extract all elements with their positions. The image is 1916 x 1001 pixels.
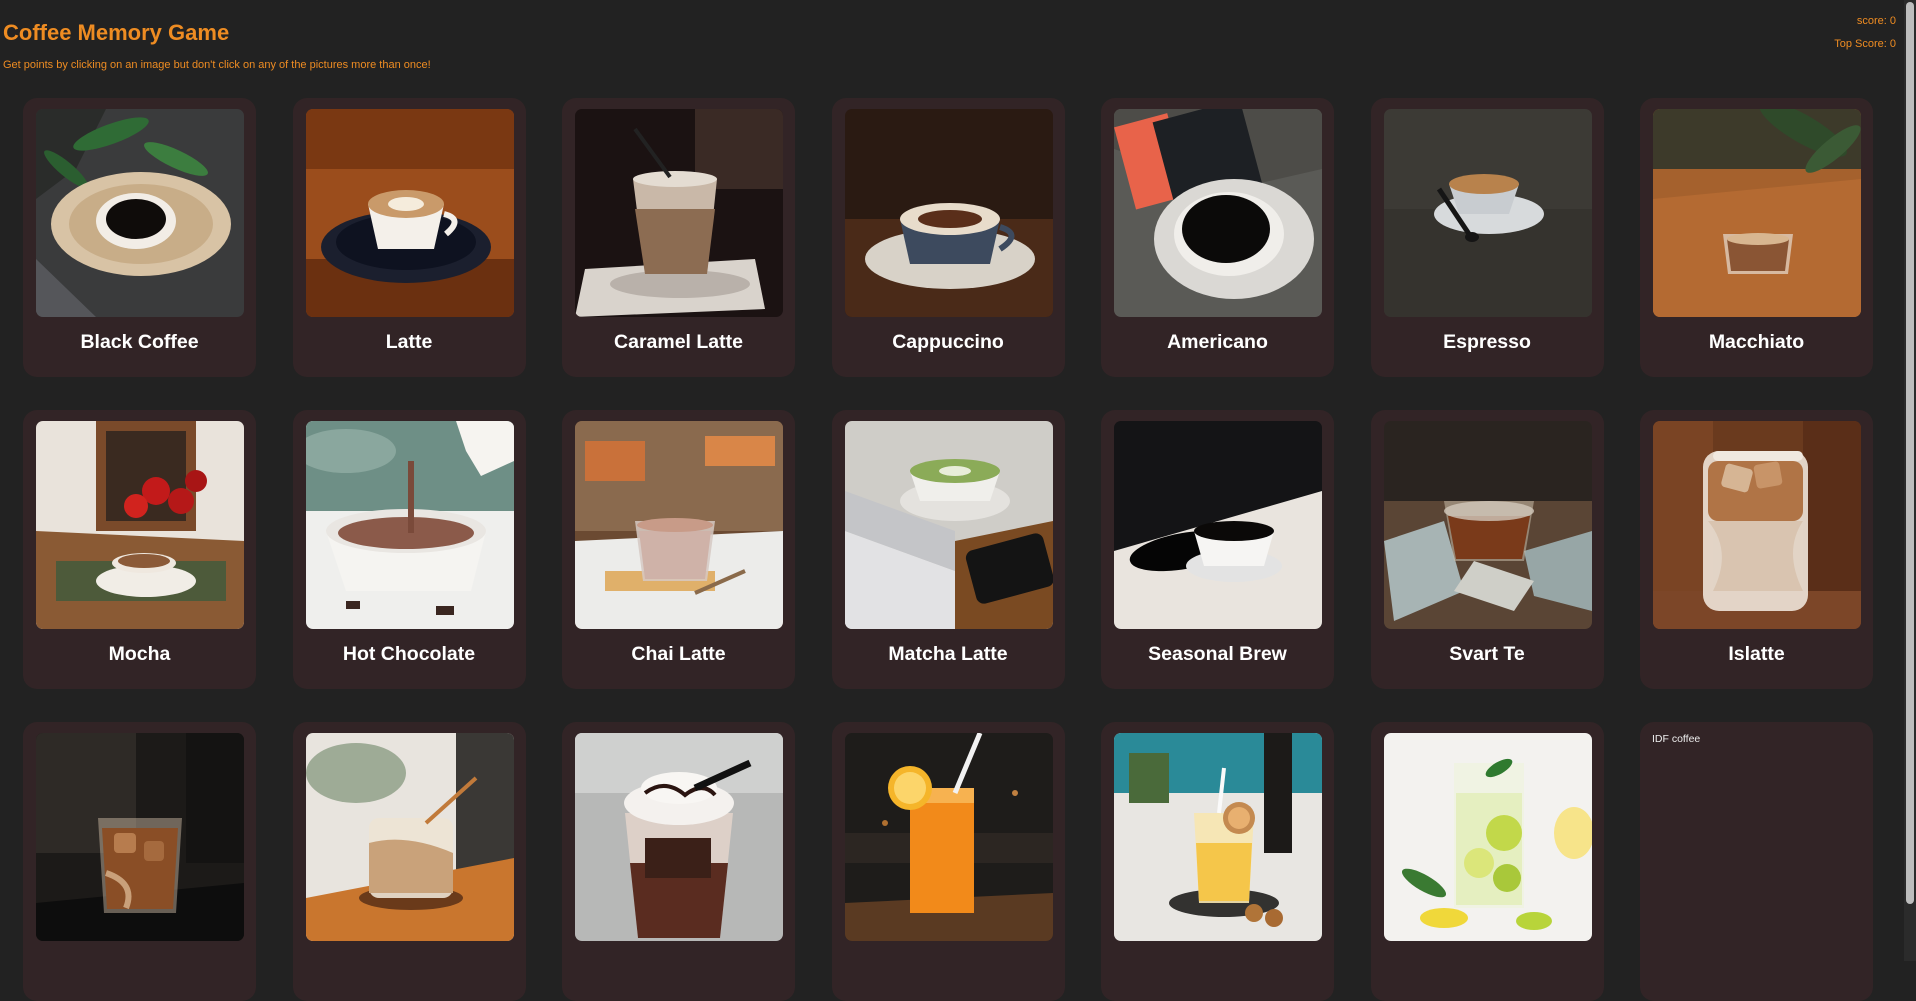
card-iced-latte[interactable]: [292, 722, 526, 1001]
card-latte[interactable]: Latte: [292, 98, 526, 377]
card-chai-latte[interactable]: Chai Latte: [562, 410, 795, 689]
card-lemonade[interactable]: [1370, 722, 1604, 1001]
vertical-scrollbar[interactable]: [1904, 0, 1916, 961]
matcha-latte-photo: [844, 421, 1053, 629]
card-seasonal-brew[interactable]: Seasonal Brew: [1101, 410, 1334, 689]
card-label: Latte: [385, 331, 433, 353]
card-svart-te[interactable]: Svart Te: [1370, 410, 1604, 689]
card-iced-coffee[interactable]: [23, 722, 256, 1001]
card-citrus-drink[interactable]: [1101, 722, 1334, 1001]
card-label: Espresso: [1443, 331, 1531, 353]
card-label: Cappuccino: [892, 331, 1004, 353]
score-display: score: 0: [1856, 15, 1896, 27]
black-coffee-photo: [36, 109, 244, 317]
cappuccino-photo: [844, 109, 1053, 317]
page-title: Coffee Memory Game: [3, 20, 230, 45]
orange-juice-photo: [844, 733, 1053, 941]
card-frappe[interactable]: [562, 722, 795, 1001]
citrus-drink-photo: [1114, 733, 1322, 941]
latte-photo: [305, 109, 514, 317]
lemonade-photo: [1383, 733, 1592, 941]
frappe-photo: [575, 733, 783, 941]
card-caramel-latte[interactable]: Caramel Latte: [562, 98, 795, 377]
card-macchiato[interactable]: Macchiato: [1640, 98, 1873, 377]
card-label: Hot Chocolate: [342, 643, 476, 665]
card-label: Macchiato: [1708, 331, 1805, 353]
card-cappuccino[interactable]: Cappuccino: [831, 98, 1065, 377]
seasonal-brew-photo: [1114, 421, 1322, 629]
card-label: Chai Latte: [631, 643, 726, 665]
svart-te-photo: [1383, 421, 1592, 629]
americano-photo: [1114, 109, 1322, 317]
header: Coffee Memory Game Get points by clickin…: [0, 0, 1916, 90]
broken-image-alt-text: IDF coffee: [1652, 733, 1701, 745]
card-label: Islatte: [1728, 643, 1785, 665]
card-label: Seasonal Brew: [1148, 643, 1287, 665]
card-orange-juice[interactable]: [831, 722, 1065, 1001]
islatte-photo: [1653, 421, 1861, 629]
card-label: Black Coffee: [80, 331, 199, 353]
card-islatte[interactable]: Islatte: [1640, 410, 1873, 689]
card-black-coffee[interactable]: Black Coffee: [23, 98, 256, 377]
caramel-latte-photo: [575, 109, 783, 317]
top-score-display: Top Score: 0: [1834, 38, 1896, 50]
card-grid: Black Coffee Latte Caramel Latte Cappucc…: [23, 98, 1873, 1001]
card-americano[interactable]: Americano: [1101, 98, 1334, 377]
espresso-photo: [1383, 109, 1592, 317]
card-mocha[interactable]: Mocha: [23, 410, 256, 689]
instructions-text: Get points by clicking on an image but d…: [3, 59, 431, 71]
iced-coffee-photo: [36, 733, 244, 941]
mocha-photo: [36, 421, 244, 629]
iced-latte-photo: [305, 733, 514, 941]
chai-latte-photo: [575, 421, 783, 629]
card-label: Matcha Latte: [888, 643, 1008, 665]
hot-chocolate-photo: [305, 421, 514, 629]
card-espresso[interactable]: Espresso: [1370, 98, 1604, 377]
card-label: Svart Te: [1449, 643, 1525, 665]
card-label: Americano: [1167, 331, 1268, 353]
card-matcha-latte[interactable]: Matcha Latte: [831, 410, 1065, 689]
macchiato-photo: [1653, 109, 1861, 317]
card-idf-coffee[interactable]: IDF coffee: [1640, 722, 1873, 1001]
card-label: Caramel Latte: [614, 331, 743, 353]
scrollbar-thumb[interactable]: [1906, 2, 1914, 904]
card-hot-chocolate[interactable]: Hot Chocolate: [292, 410, 526, 689]
card-label: Mocha: [108, 643, 171, 665]
